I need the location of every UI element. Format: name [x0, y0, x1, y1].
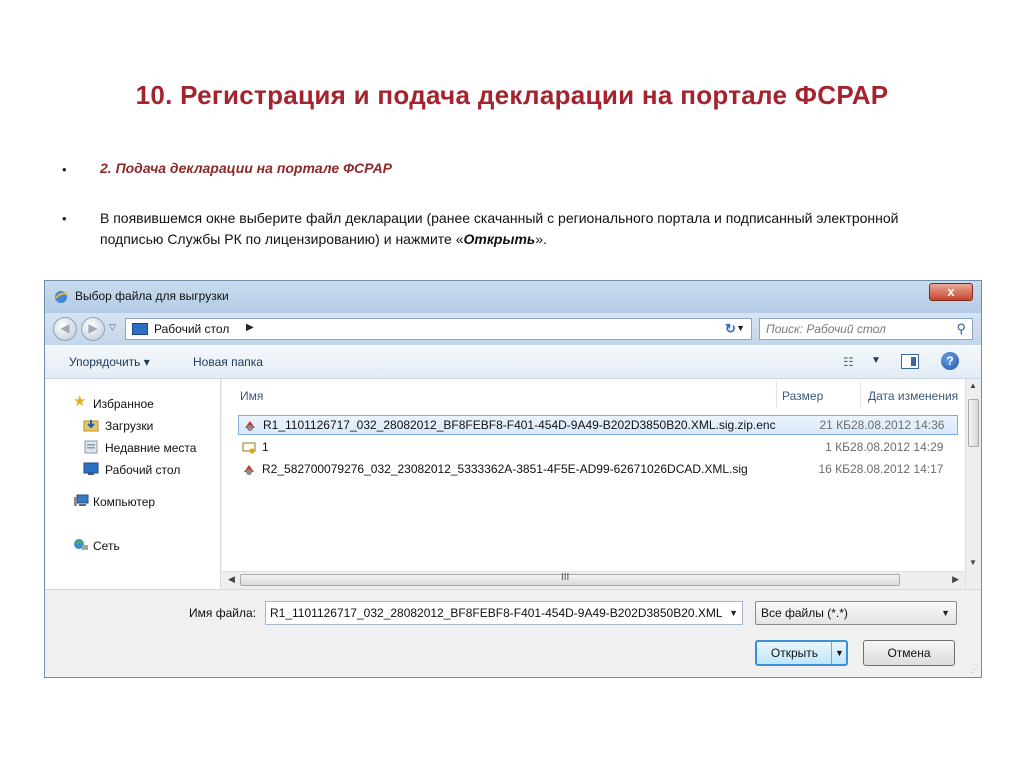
- address-bar[interactable]: Рабочий стол ▶ ▼: [125, 318, 752, 340]
- nav-item-downloads[interactable]: Загрузки: [105, 419, 153, 433]
- scroll-grip: III: [561, 572, 570, 583]
- new-folder-button[interactable]: Новая папка: [193, 355, 263, 369]
- filename-label: Имя файла:: [189, 606, 256, 620]
- open-split-dropdown[interactable]: ▼: [831, 642, 846, 664]
- search-icon[interactable]: ⚲: [956, 321, 966, 337]
- forward-button[interactable]: ▶: [81, 317, 105, 341]
- file-open-dialog: Выбор файла для выгрузки x ◀ ▶ ▽ Рабочий…: [44, 280, 982, 678]
- signature-file-icon: [244, 465, 254, 475]
- nav-item-computer[interactable]: Компьютер: [93, 495, 155, 509]
- file-row-1[interactable]: R1_1101126717_032_28082012_BF8FEBF8-F401…: [238, 415, 958, 435]
- vertical-scrollbar[interactable]: ▲ ▼: [965, 379, 981, 589]
- recent-places-icon: [84, 440, 98, 454]
- refresh-icon[interactable]: ↻: [725, 321, 736, 337]
- view-options-icon[interactable]: ☷: [843, 355, 854, 369]
- preview-pane-icon[interactable]: [901, 354, 919, 369]
- signature-file-icon: [245, 421, 255, 431]
- nav-item-favorites[interactable]: Избранное: [93, 397, 154, 411]
- filename-input[interactable]: R1_1101126717_032_28082012_BF8FEBF8-F401…: [265, 601, 743, 625]
- back-button[interactable]: ◀: [53, 317, 77, 341]
- computer-icon: [74, 494, 89, 506]
- open-button[interactable]: Открыть ▼: [755, 640, 848, 666]
- file-size: 1 КБ: [825, 440, 850, 454]
- browser-icon: [55, 291, 68, 303]
- organize-button[interactable]: Упорядочить ▾: [69, 355, 150, 369]
- column-size-header[interactable]: Размер: [782, 389, 823, 403]
- help-icon[interactable]: ?: [941, 352, 959, 370]
- close-button[interactable]: x: [929, 283, 973, 301]
- horizontal-scrollbar[interactable]: ◀ III ▶: [222, 571, 965, 589]
- vertical-scroll-thumb[interactable]: [968, 399, 979, 447]
- file-row-3[interactable]: R2_582700079276_032_23082012_5333362A-38…: [238, 460, 958, 480]
- dialog-title: Выбор файла для выгрузки: [75, 289, 229, 303]
- file-list: Имя Размер Дата изменения R1_1101126717_…: [222, 379, 981, 589]
- file-size: 21 КБ: [819, 418, 851, 432]
- file-date: 28.08.2012 14:36: [851, 418, 945, 432]
- nav-item-desktop[interactable]: Рабочий стол: [105, 463, 180, 477]
- horizontal-scroll-thumb[interactable]: III: [240, 572, 900, 586]
- downloads-folder-icon: [83, 420, 99, 432]
- scroll-left-icon[interactable]: ◀: [228, 574, 235, 585]
- search-input[interactable]: Поиск: Рабочий стол ⚲: [759, 318, 973, 340]
- instruction-bold-open: Открыть: [463, 231, 536, 247]
- file-row-2[interactable]: 1 1 КБ 28.08.2012 14:29: [238, 438, 958, 458]
- view-dropdown-icon[interactable]: ▼: [871, 355, 881, 366]
- dialog-titlebar[interactable]: Выбор файла для выгрузки x: [45, 281, 981, 313]
- file-size: 16 КБ: [818, 462, 850, 476]
- bullet-mark-1: •: [62, 162, 67, 177]
- column-name-header[interactable]: Имя: [240, 389, 263, 403]
- nav-item-network[interactable]: Сеть: [93, 539, 120, 553]
- chevron-down-icon: ▼: [835, 648, 844, 658]
- network-icon: [74, 539, 88, 550]
- slide-title: 10. Регистрация и подача декларации на п…: [135, 80, 889, 110]
- navigation-pane: ★ Избранное Загрузки Недавние места Рабо…: [45, 379, 221, 589]
- search-placeholder: Поиск: Рабочий стол: [766, 322, 886, 336]
- file-type-dropdown-icon: ▼: [941, 608, 950, 618]
- file-name: R1_1101126717_032_28082012_BF8FEBF8-F401…: [263, 418, 776, 432]
- file-name: 1: [262, 440, 269, 454]
- address-row: ◀ ▶ ▽ Рабочий стол ▶ ▼ ↻ Поиск: Рабочий …: [45, 313, 981, 345]
- column-separator[interactable]: [860, 381, 861, 407]
- breadcrumb-arrow-icon[interactable]: ▶: [246, 322, 254, 333]
- certificate-file-icon: [242, 442, 256, 454]
- desktop-icon: [132, 323, 148, 335]
- column-date-header[interactable]: Дата изменения: [868, 389, 960, 403]
- cancel-button[interactable]: Отмена: [863, 640, 955, 666]
- file-type-value: Все файлы (*.*): [761, 606, 848, 620]
- address-text: Рабочий стол: [154, 322, 230, 336]
- file-date: 28.08.2012 14:17: [850, 462, 944, 476]
- dialog-footer: Имя файла: R1_1101126717_032_28082012_BF…: [45, 589, 981, 677]
- desktop-nav-icon: [83, 462, 99, 475]
- bullet-subheading: 2. Подача декларации на портале ФСРАР: [100, 160, 393, 176]
- nav-item-recent[interactable]: Недавние места: [105, 441, 196, 455]
- scroll-right-icon[interactable]: ▶: [952, 574, 959, 585]
- scroll-down-icon[interactable]: ▼: [969, 558, 977, 567]
- back-arrow-icon: ◀: [60, 321, 70, 335]
- file-type-select[interactable]: Все файлы (*.*) ▼: [755, 601, 957, 625]
- star-icon: ★: [73, 393, 87, 410]
- address-dropdown-icon[interactable]: ▼: [736, 323, 745, 333]
- file-date: 28.08.2012 14:29: [850, 440, 944, 454]
- resize-grip-icon[interactable]: ⋰: [970, 664, 979, 675]
- bullet-mark-2: •: [62, 211, 67, 226]
- history-dropdown-icon[interactable]: ▽: [109, 322, 116, 333]
- filename-value: R1_1101126717_032_28082012_BF8FEBF8-F401…: [270, 606, 722, 620]
- file-name: R2_582700079276_032_23082012_5333362A-38…: [262, 462, 748, 476]
- forward-arrow-icon: ▶: [88, 321, 98, 335]
- column-separator[interactable]: [776, 381, 777, 407]
- instruction-text-after: ».: [535, 231, 547, 247]
- dialog-toolbar: Упорядочить ▾ Новая папка ☷ ▼ ?: [45, 345, 981, 379]
- bullet-instruction: В появившемся окне выберите файл деклара…: [100, 208, 950, 250]
- filename-dropdown-icon[interactable]: ▼: [729, 608, 738, 618]
- open-button-label: Открыть: [770, 646, 819, 660]
- scroll-up-icon[interactable]: ▲: [969, 381, 977, 390]
